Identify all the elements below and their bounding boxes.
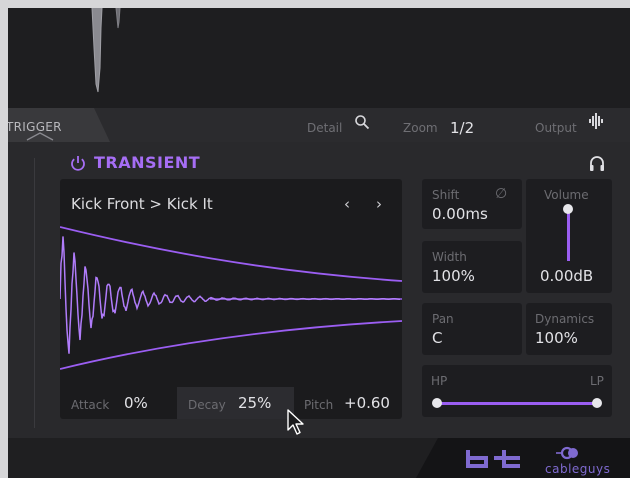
panel-divider bbox=[34, 158, 35, 428]
output-wave-icon[interactable] bbox=[588, 113, 604, 129]
envelope-waveform bbox=[60, 236, 400, 354]
volume-value[interactable]: 0.00dB bbox=[540, 267, 593, 285]
preset-name[interactable]: Kick Front > Kick It bbox=[71, 195, 213, 213]
filter-range-bar[interactable] bbox=[437, 402, 597, 405]
power-icon[interactable] bbox=[70, 154, 86, 172]
envelope-lower-curve bbox=[60, 320, 402, 370]
hp-handle[interactable] bbox=[432, 398, 442, 408]
bt-logo bbox=[466, 450, 520, 468]
width-label: Width bbox=[432, 250, 467, 264]
hp-label: HP bbox=[431, 374, 448, 388]
output-label: Output bbox=[535, 121, 577, 135]
envelope-upper-curve bbox=[60, 226, 402, 282]
mouse-cursor-icon bbox=[287, 409, 304, 435]
zoom-value[interactable]: 1/2 bbox=[450, 119, 474, 137]
prev-preset-button[interactable]: ‹ bbox=[344, 195, 350, 213]
cableguys-logo-icon bbox=[556, 446, 578, 460]
pan-value[interactable]: C bbox=[432, 329, 442, 347]
cableguys-logo-text: cableguys bbox=[545, 462, 611, 476]
dynamics-label: Dynamics bbox=[535, 312, 595, 326]
lp-label: LP bbox=[590, 374, 604, 388]
pitch-value[interactable]: +0.60 bbox=[344, 394, 390, 412]
headphones-icon[interactable] bbox=[588, 154, 606, 172]
dynamics-value[interactable]: 100% bbox=[535, 329, 578, 347]
volume-label: Volume bbox=[544, 188, 589, 202]
app-window: TRIGGER Detail Zoom 1/2 Output TRANSIENT… bbox=[8, 8, 630, 478]
search-icon[interactable] bbox=[354, 114, 370, 130]
envelope-graph[interactable] bbox=[60, 223, 402, 383]
waveform-display bbox=[8, 8, 630, 108]
phase-invert-icon[interactable]: ∅ bbox=[495, 186, 507, 202]
attack-label: Attack bbox=[71, 398, 110, 412]
volume-slider-fill bbox=[567, 208, 570, 261]
decay-value[interactable]: 25% bbox=[238, 394, 271, 412]
waveform-trace bbox=[91, 8, 121, 93]
filter-card[interactable] bbox=[422, 365, 612, 417]
next-preset-button[interactable]: › bbox=[376, 195, 382, 213]
attack-value[interactable]: 0% bbox=[124, 394, 148, 412]
pitch-label: Pitch bbox=[304, 398, 334, 412]
volume-slider-handle[interactable] bbox=[563, 203, 573, 214]
decay-label: Decay bbox=[188, 398, 226, 412]
shift-label: Shift bbox=[432, 188, 460, 202]
chevron-up-icon bbox=[26, 132, 54, 141]
width-value[interactable]: 100% bbox=[432, 267, 475, 285]
lp-handle[interactable] bbox=[592, 398, 602, 408]
detail-label: Detail bbox=[307, 121, 343, 135]
pan-label: Pan bbox=[432, 312, 454, 326]
shift-value[interactable]: 0.00ms bbox=[432, 205, 488, 223]
module-title: TRANSIENT bbox=[94, 153, 201, 172]
zoom-label: Zoom bbox=[403, 121, 438, 135]
